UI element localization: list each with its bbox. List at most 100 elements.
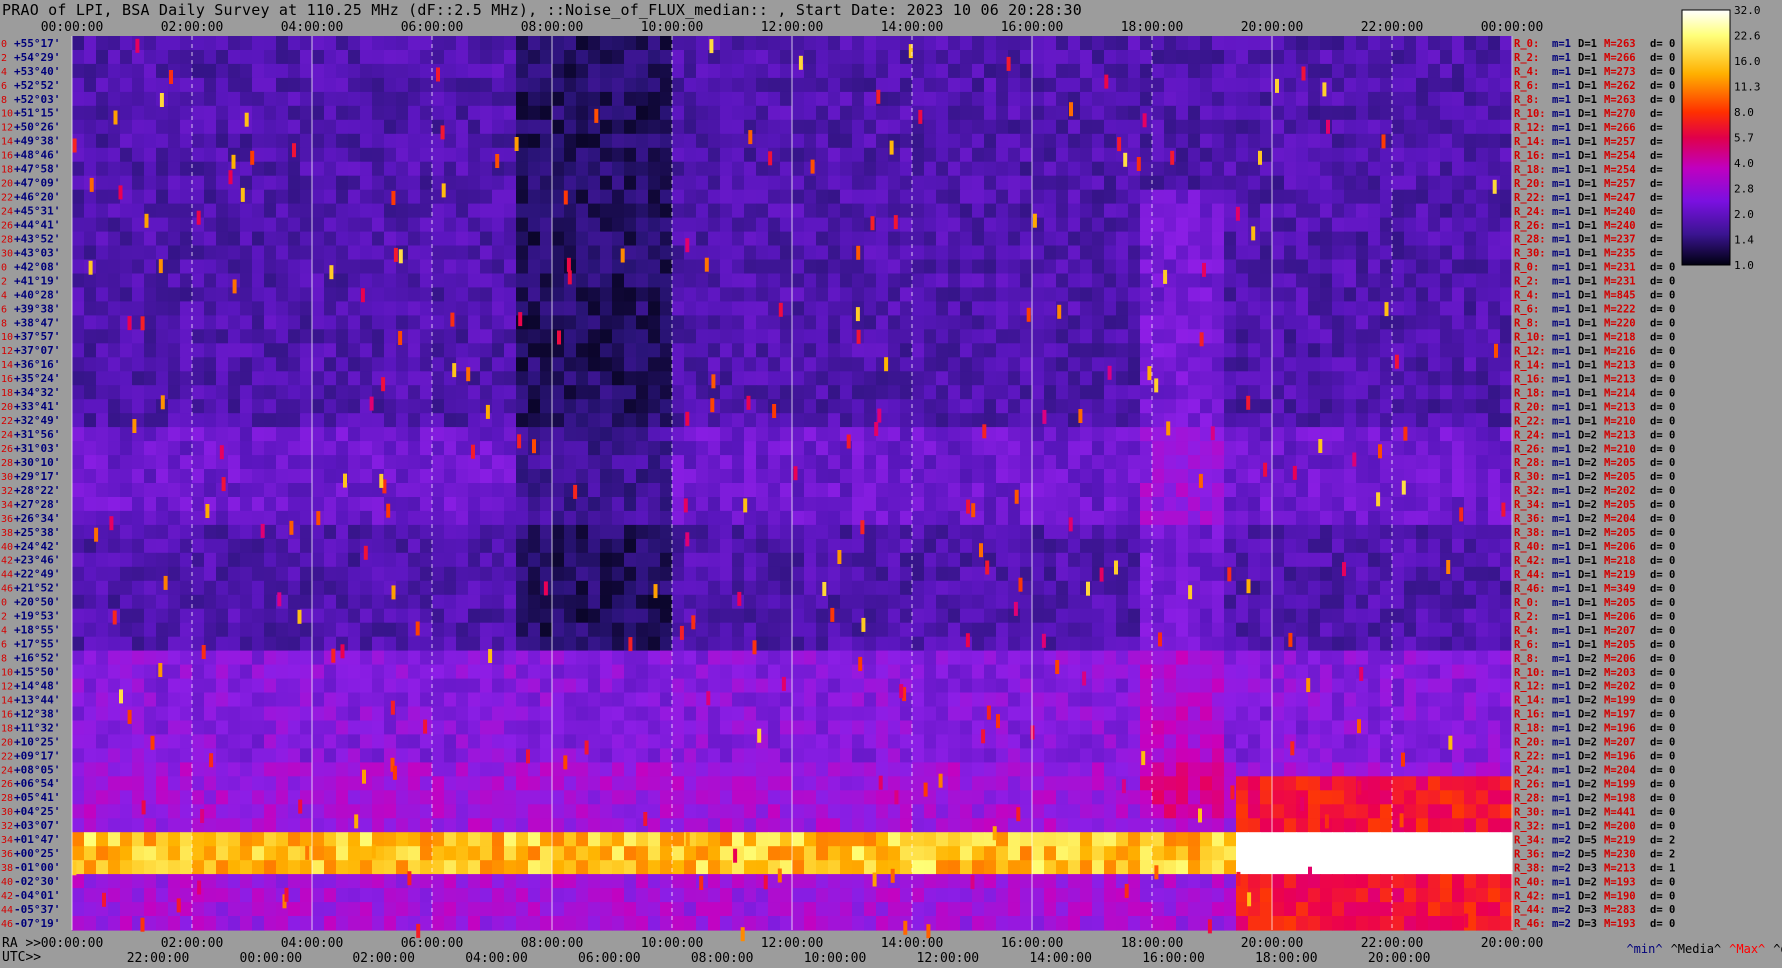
heat-cell — [192, 231, 205, 247]
heat-cell — [1476, 50, 1489, 65]
heat-cell — [636, 105, 649, 121]
heat-cell — [492, 105, 505, 121]
heat-cell — [1500, 455, 1513, 470]
heat-cell — [744, 161, 757, 177]
heat-cell — [312, 119, 325, 135]
heat-cell — [780, 343, 793, 358]
heat-cell — [804, 441, 817, 456]
heat-cell — [1248, 357, 1261, 372]
heat-cell — [288, 552, 301, 568]
heat-cell — [540, 77, 553, 93]
heat-cell — [984, 63, 997, 79]
heat-cell — [960, 50, 973, 65]
heat-cell — [648, 413, 661, 428]
heat-cell — [624, 413, 637, 428]
heat-cell — [168, 161, 181, 177]
heat-cell — [600, 552, 613, 568]
heat-cell — [1080, 119, 1093, 135]
heat-cell — [864, 497, 877, 512]
heat-cell — [180, 259, 193, 275]
heat-cell — [1200, 119, 1213, 135]
heat-cell — [192, 469, 205, 484]
heat-cell — [384, 552, 397, 568]
heat-cell — [984, 510, 997, 526]
heat-cell — [972, 566, 985, 582]
heat-cell — [1008, 105, 1021, 121]
heat-cell — [1380, 329, 1393, 344]
heat-cell — [840, 594, 853, 610]
heat-cell — [912, 259, 925, 275]
heat-cell — [1488, 413, 1501, 428]
heat-cell — [1248, 427, 1261, 442]
heat-cell — [1320, 315, 1333, 330]
heat-cell — [996, 427, 1009, 442]
heat-cell — [1452, 315, 1465, 330]
heat-cell — [768, 594, 781, 610]
heat-cell — [552, 147, 565, 163]
heat-cell — [648, 455, 661, 470]
heat-cell — [228, 259, 241, 275]
heat-cell — [732, 105, 745, 121]
heat-cell — [1272, 371, 1285, 386]
heat-cell — [1464, 413, 1477, 428]
heat-cell — [660, 50, 673, 65]
heat-cell — [1008, 175, 1021, 191]
heat-cell — [1056, 580, 1069, 596]
heat-cell — [924, 357, 937, 372]
heat-cell — [780, 217, 793, 233]
heat-cell — [348, 385, 361, 400]
heat-cell — [1128, 287, 1141, 302]
heat-cell — [576, 510, 589, 526]
heat-cell — [1344, 594, 1357, 610]
heat-cell — [1332, 594, 1345, 610]
heat-cell — [96, 245, 109, 261]
heat-cell — [660, 329, 673, 344]
heat-cell — [1164, 91, 1177, 107]
heat-cell — [492, 441, 505, 456]
heat-cell — [264, 315, 277, 330]
heat-cell — [984, 217, 997, 233]
heat-cell — [288, 580, 301, 596]
heat-cell — [732, 566, 745, 582]
heat-cell — [252, 119, 265, 135]
heat-cell — [264, 301, 277, 316]
heat-cell — [468, 217, 481, 233]
heat-cell — [1344, 63, 1357, 79]
heat-cell — [492, 483, 505, 498]
heat-cell — [528, 497, 541, 512]
heat-cell — [660, 357, 673, 372]
heat-cell — [1008, 469, 1021, 484]
heat-cell — [1452, 301, 1465, 316]
heat-cell — [768, 50, 781, 65]
heat-cell — [840, 441, 853, 456]
heat-cell — [84, 273, 97, 289]
heat-cell — [456, 524, 469, 540]
heat-cell — [1476, 329, 1489, 344]
heat-cell — [1152, 329, 1165, 344]
heat-cell — [1020, 343, 1033, 358]
heat-cell — [528, 594, 541, 610]
heat-cell — [1308, 231, 1321, 247]
heat-cell — [1500, 119, 1513, 135]
heat-cell — [1152, 427, 1165, 442]
heat-cell — [1104, 441, 1117, 456]
heat-cell — [564, 231, 577, 247]
heat-cell — [984, 245, 997, 261]
heat-cell — [780, 189, 793, 205]
heat-cell — [696, 77, 709, 93]
heat-cell — [312, 203, 325, 219]
heat-cell — [420, 36, 433, 51]
heat-cell — [1140, 245, 1153, 261]
heat-cell — [852, 497, 865, 512]
heat-cell — [744, 455, 757, 470]
heat-cell — [1272, 538, 1285, 554]
heat-cell — [828, 371, 841, 386]
heat-cell — [1428, 36, 1441, 51]
heat-cell — [876, 217, 889, 233]
heat-cell — [924, 510, 937, 526]
heat-cell — [1068, 538, 1081, 554]
heat-cell — [348, 119, 361, 135]
heat-cell — [240, 497, 253, 512]
heat-cell — [144, 510, 157, 526]
heat-cell — [192, 441, 205, 456]
